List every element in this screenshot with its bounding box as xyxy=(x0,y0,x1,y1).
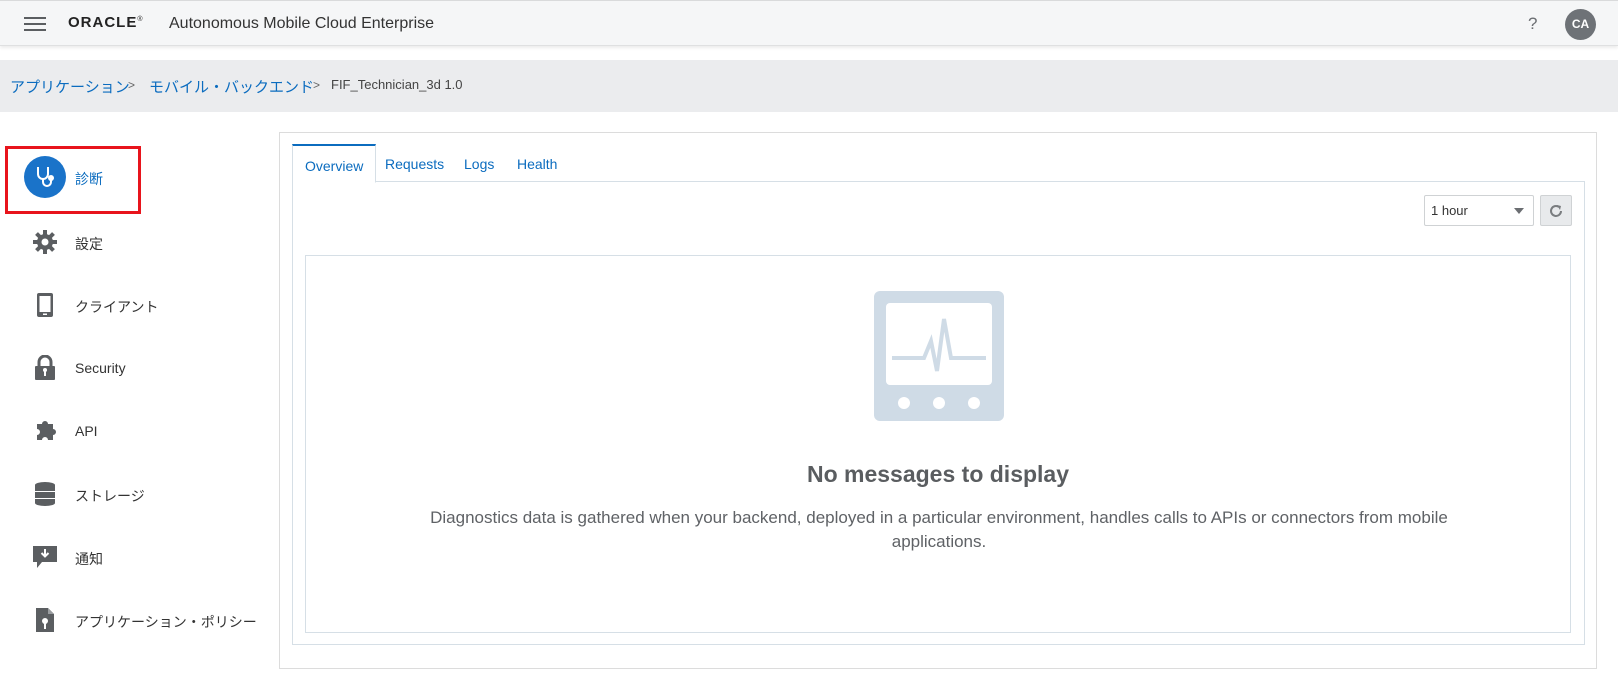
time-range-select[interactable]: 1 hour xyxy=(1424,195,1534,226)
breadcrumb-applications[interactable]: アプリケーション xyxy=(10,76,130,97)
empty-state-message: Diagnostics data is gathered when your b… xyxy=(430,508,1448,551)
breadcrumb-separator: > xyxy=(128,78,136,92)
sidebar-item-label: 通知 xyxy=(75,551,103,567)
top-header: ORACLE® Autonomous Mobile Cloud Enterpri… xyxy=(0,0,1618,46)
gear-icon xyxy=(24,221,66,263)
refresh-icon xyxy=(1550,204,1562,217)
help-icon[interactable]: ? xyxy=(1528,14,1537,34)
sidebar-item-app-policies[interactable]: アプリケーション・ポリシー xyxy=(24,599,264,643)
sidebar-item-notifications[interactable]: 通知 xyxy=(24,536,264,580)
sidebar-item-api[interactable]: API xyxy=(24,410,264,454)
mobile-phone-icon xyxy=(24,284,66,326)
tab-health[interactable]: Health xyxy=(505,144,569,182)
tab-logs[interactable]: Logs xyxy=(452,144,506,182)
breadcrumb: アプリケーション > モバイル・バックエンド > FIF_Technician_… xyxy=(0,60,1618,112)
stethoscope-icon xyxy=(24,156,66,198)
empty-state-title: No messages to display xyxy=(806,461,1070,487)
sidebar-item-storage[interactable]: ストレージ xyxy=(24,473,264,517)
refresh-button[interactable] xyxy=(1540,195,1572,226)
sidebar-item-label: API xyxy=(75,423,98,439)
sidebar-nav: 診断 設定 クライアント Security API ストレージ 通知 アプリケー… xyxy=(0,132,270,687)
policy-document-icon xyxy=(24,599,66,641)
sidebar-item-security[interactable]: Security xyxy=(24,347,264,391)
breadcrumb-current: FIF_Technician_3d 1.0 xyxy=(331,77,463,92)
time-range-value: 1 hour xyxy=(1431,203,1468,218)
empty-state: No messages to display Diagnostics data … xyxy=(305,255,1571,633)
oracle-logo: ORACLE® xyxy=(68,14,144,31)
database-icon xyxy=(24,473,66,515)
sidebar-item-label: 診断 xyxy=(75,171,103,187)
notification-icon xyxy=(24,536,66,578)
tab-bar: Overview Requests Logs Health xyxy=(292,144,1585,183)
tab-requests[interactable]: Requests xyxy=(373,144,456,182)
sidebar-item-settings[interactable]: 設定 xyxy=(24,221,264,265)
tab-overview[interactable]: Overview xyxy=(292,144,377,183)
heart-monitor-icon xyxy=(874,291,1004,421)
sidebar-item-label: 設定 xyxy=(75,236,103,252)
chevron-down-icon xyxy=(1514,208,1524,214)
sidebar-item-diagnostics[interactable]: 診断 xyxy=(24,156,264,200)
user-avatar[interactable]: CA xyxy=(1565,9,1596,40)
sidebar-item-label: Security xyxy=(75,360,126,376)
product-name: Autonomous Mobile Cloud Enterprise xyxy=(169,15,435,32)
sidebar-item-label: ストレージ xyxy=(75,488,145,504)
lock-icon xyxy=(24,347,66,389)
puzzle-icon xyxy=(24,410,66,452)
sidebar-item-label: アプリケーション・ポリシー xyxy=(75,614,257,630)
breadcrumb-separator: > xyxy=(313,78,321,92)
sidebar-item-clients[interactable]: クライアント xyxy=(24,284,264,328)
sidebar-item-label: クライアント xyxy=(75,299,159,315)
hamburger-menu-icon[interactable] xyxy=(24,17,46,31)
breadcrumb-mobile-backends[interactable]: モバイル・バックエンド xyxy=(149,76,314,97)
